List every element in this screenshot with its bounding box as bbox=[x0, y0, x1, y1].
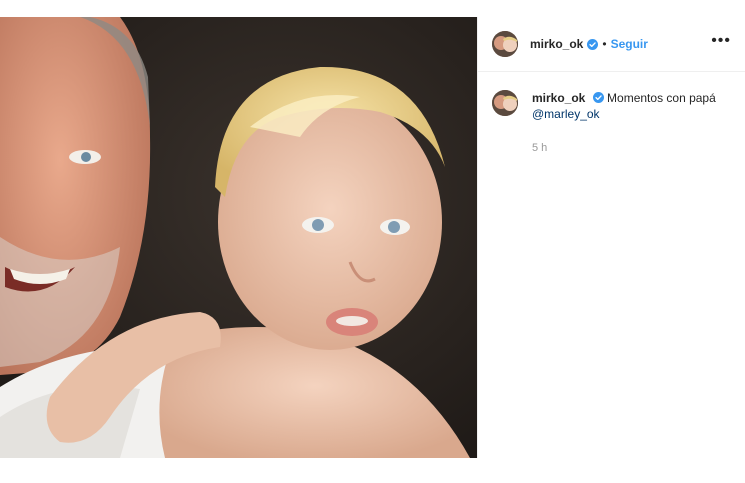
avatar-image bbox=[492, 90, 518, 116]
avatar-image bbox=[492, 31, 518, 57]
separator-dot: • bbox=[602, 37, 607, 51]
caption-text: Momentos con papá bbox=[607, 91, 716, 105]
follow-button[interactable]: Seguir bbox=[611, 37, 648, 51]
caption: mirko_ok Momentos con papá @marley_ok 5 … bbox=[478, 72, 745, 156]
selfie-photo-illustration bbox=[0, 17, 477, 458]
caption-mention[interactable]: @marley_ok bbox=[532, 107, 600, 121]
more-options-icon[interactable]: ••• bbox=[711, 33, 731, 55]
post-sidebar: mirko_ok • Seguir ••• mirko_ok Momentos … bbox=[477, 17, 745, 458]
instagram-post: mirko_ok • Seguir ••• mirko_ok Momentos … bbox=[0, 17, 745, 458]
caption-body: mirko_ok Momentos con papá @marley_ok 5 … bbox=[532, 90, 716, 156]
post-header: mirko_ok • Seguir ••• bbox=[478, 17, 745, 72]
caption-line: mirko_ok Momentos con papá bbox=[532, 90, 716, 106]
username[interactable]: mirko_ok bbox=[530, 37, 583, 51]
avatar[interactable] bbox=[492, 31, 518, 57]
caption-username[interactable]: mirko_ok bbox=[532, 91, 585, 105]
verified-badge-icon bbox=[592, 92, 604, 103]
caption-avatar[interactable] bbox=[492, 90, 518, 116]
post-photo[interactable] bbox=[0, 17, 477, 458]
post-timestamp[interactable]: 5 h bbox=[532, 140, 716, 156]
verified-badge-icon bbox=[587, 38, 599, 50]
